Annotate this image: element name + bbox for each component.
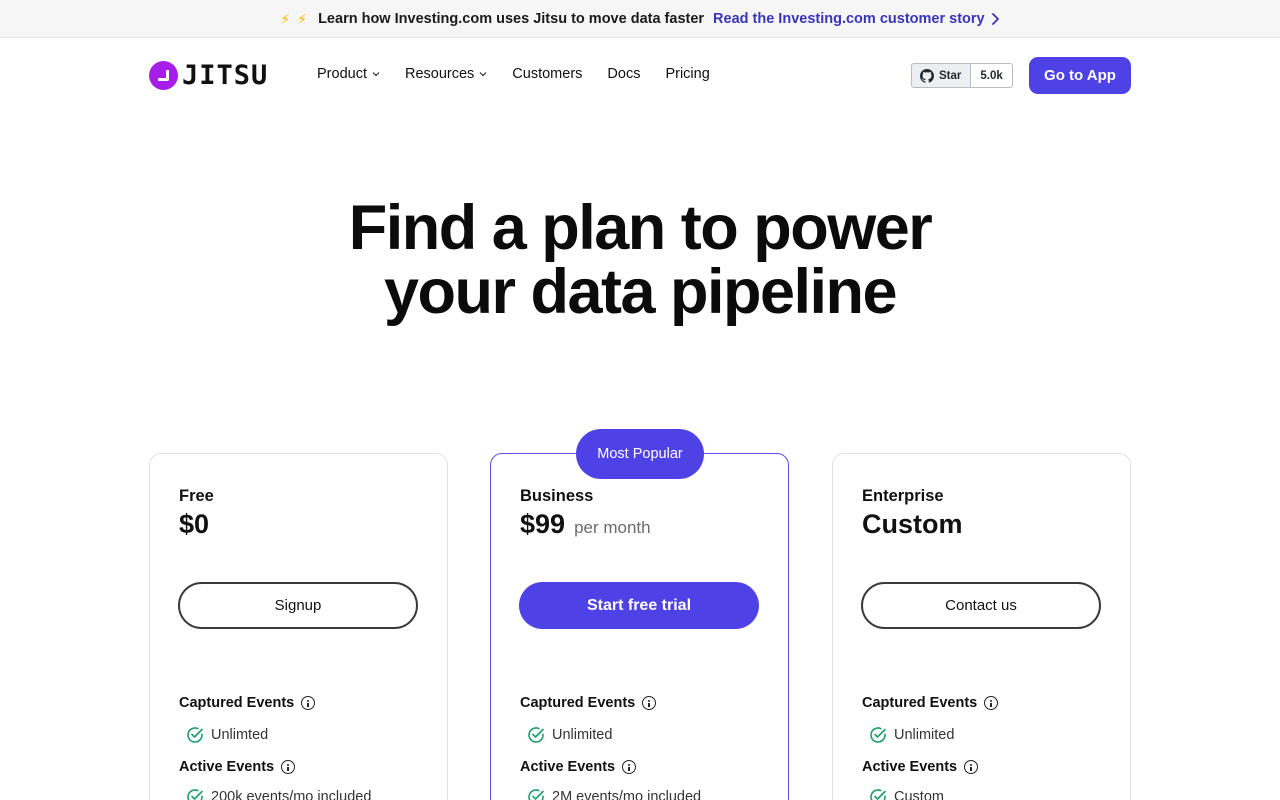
go-to-app-button[interactable]: Go to App bbox=[1029, 57, 1131, 94]
feature-value-label: 200k events/mo included bbox=[211, 789, 372, 800]
main-nav: Product Resources Customers Docs Pricing bbox=[317, 66, 735, 82]
feature-title-label: Captured Events bbox=[520, 695, 636, 711]
plan-card-enterprise: Enterprise Custom Contact us Captured Ev… bbox=[832, 453, 1131, 800]
logo-text: JITSU bbox=[182, 60, 269, 91]
nav-label: Product bbox=[317, 66, 367, 82]
plan-price-period: per month bbox=[574, 518, 651, 537]
github-star-count[interactable]: 5.0k bbox=[971, 64, 1012, 87]
feature-title-captured: Captured Events bbox=[520, 695, 657, 711]
feature-value-label: Custom bbox=[894, 789, 944, 800]
feature-title-captured: Captured Events bbox=[179, 695, 316, 711]
banner-link-label: Read the Investing.com customer story bbox=[713, 10, 985, 27]
bolt-icon: ⚡ bbox=[280, 10, 291, 27]
most-popular-badge: Most Popular bbox=[576, 429, 704, 479]
feature-value-label: Unlimited bbox=[552, 727, 613, 743]
nav-item-pricing[interactable]: Pricing bbox=[665, 66, 709, 82]
plan-name: Business bbox=[520, 487, 594, 505]
plan-name: Enterprise bbox=[862, 487, 944, 505]
feature-value-label: Unlimted bbox=[211, 727, 269, 743]
plan-card-free: Free $0 Signup Captured Events Unlimted … bbox=[149, 453, 448, 800]
check-circle-icon bbox=[187, 789, 203, 800]
check-circle-icon bbox=[870, 727, 886, 743]
bolt-icon: ⚡ bbox=[297, 10, 308, 27]
feature-value-label: Unlimited bbox=[894, 727, 955, 743]
banner-text: Learn how Investing.com uses Jitsu to mo… bbox=[318, 10, 705, 27]
feature-value-captured: Unlimited bbox=[869, 726, 954, 744]
signup-button[interactable]: Signup bbox=[178, 582, 418, 629]
check-circle-icon bbox=[528, 789, 544, 800]
info-icon[interactable] bbox=[301, 696, 316, 710]
info-icon[interactable] bbox=[281, 760, 296, 774]
info-icon[interactable] bbox=[642, 696, 657, 710]
feature-title-captured: Captured Events bbox=[862, 695, 999, 711]
nav-label: Docs bbox=[607, 66, 641, 82]
check-circle-icon bbox=[870, 789, 886, 800]
contact-us-button[interactable]: Contact us bbox=[861, 582, 1101, 629]
feature-value-active: Custom bbox=[869, 788, 944, 800]
plan-price-amount: Custom bbox=[862, 509, 963, 539]
github-star-label: Star bbox=[939, 69, 962, 82]
info-icon[interactable] bbox=[622, 760, 637, 774]
feature-title-label: Active Events bbox=[862, 759, 958, 775]
site-header: JITSU Product Resources Customers Docs P… bbox=[0, 39, 1280, 113]
plan-price-amount: $0 bbox=[179, 509, 210, 539]
check-circle-icon bbox=[528, 727, 544, 743]
page-title-line: Find a plan to power bbox=[348, 193, 933, 263]
nav-item-docs[interactable]: Docs bbox=[607, 66, 640, 82]
plan-price: Custom bbox=[862, 509, 963, 540]
jitsu-logo-icon bbox=[149, 61, 178, 90]
github-icon bbox=[920, 68, 934, 83]
nav-item-product[interactable]: Product bbox=[317, 66, 380, 82]
page-title: Find a plan to power your data pipeline bbox=[0, 196, 1280, 324]
feature-value-captured: Unlimited bbox=[527, 726, 612, 744]
banner-link[interactable]: Read the Investing.com customer story bbox=[713, 11, 1000, 27]
chevron-down-icon bbox=[479, 72, 487, 77]
feature-value-captured: Unlimted bbox=[186, 726, 268, 744]
feature-value-label: 2M events/mo included bbox=[552, 789, 702, 800]
chevron-down-icon bbox=[372, 72, 380, 77]
info-icon[interactable] bbox=[964, 760, 979, 774]
nav-item-resources[interactable]: Resources bbox=[405, 66, 487, 82]
logo[interactable]: JITSU bbox=[149, 61, 268, 90]
nav-label: Pricing bbox=[665, 66, 710, 82]
feature-title-label: Captured Events bbox=[179, 695, 295, 711]
feature-value-active: 200k events/mo included bbox=[186, 788, 371, 800]
feature-title-label: Active Events bbox=[179, 759, 275, 775]
feature-title-label: Active Events bbox=[520, 759, 616, 775]
nav-label: Resources bbox=[404, 66, 475, 82]
feature-title-active: Active Events bbox=[520, 759, 637, 775]
plan-card-business: Business $99 per month Start free trial … bbox=[490, 453, 789, 800]
feature-title-active: Active Events bbox=[179, 759, 296, 775]
chevron-right-icon bbox=[991, 12, 999, 25]
announcement-banner: ⚡ ⚡ Learn how Investing.com uses Jitsu t… bbox=[0, 0, 1280, 38]
feature-value-active: 2M events/mo included bbox=[527, 788, 701, 800]
plan-price-amount: $99 bbox=[520, 509, 566, 539]
start-free-trial-button[interactable]: Start free trial bbox=[519, 582, 759, 629]
info-icon[interactable] bbox=[984, 696, 999, 710]
feature-title-label: Captured Events bbox=[862, 695, 978, 711]
check-circle-icon bbox=[187, 727, 203, 743]
nav-label: Customers bbox=[512, 66, 583, 82]
plan-price: $0 bbox=[179, 509, 209, 540]
github-star-button[interactable]: Star bbox=[912, 64, 972, 87]
feature-title-active: Active Events bbox=[862, 759, 979, 775]
github-star-widget: Star 5.0k bbox=[911, 63, 1013, 88]
nav-item-customers[interactable]: Customers bbox=[512, 66, 582, 82]
page-title-line: your data pipeline bbox=[383, 257, 898, 327]
plan-name: Free bbox=[179, 487, 214, 505]
plan-price: $99 per month bbox=[520, 509, 651, 540]
